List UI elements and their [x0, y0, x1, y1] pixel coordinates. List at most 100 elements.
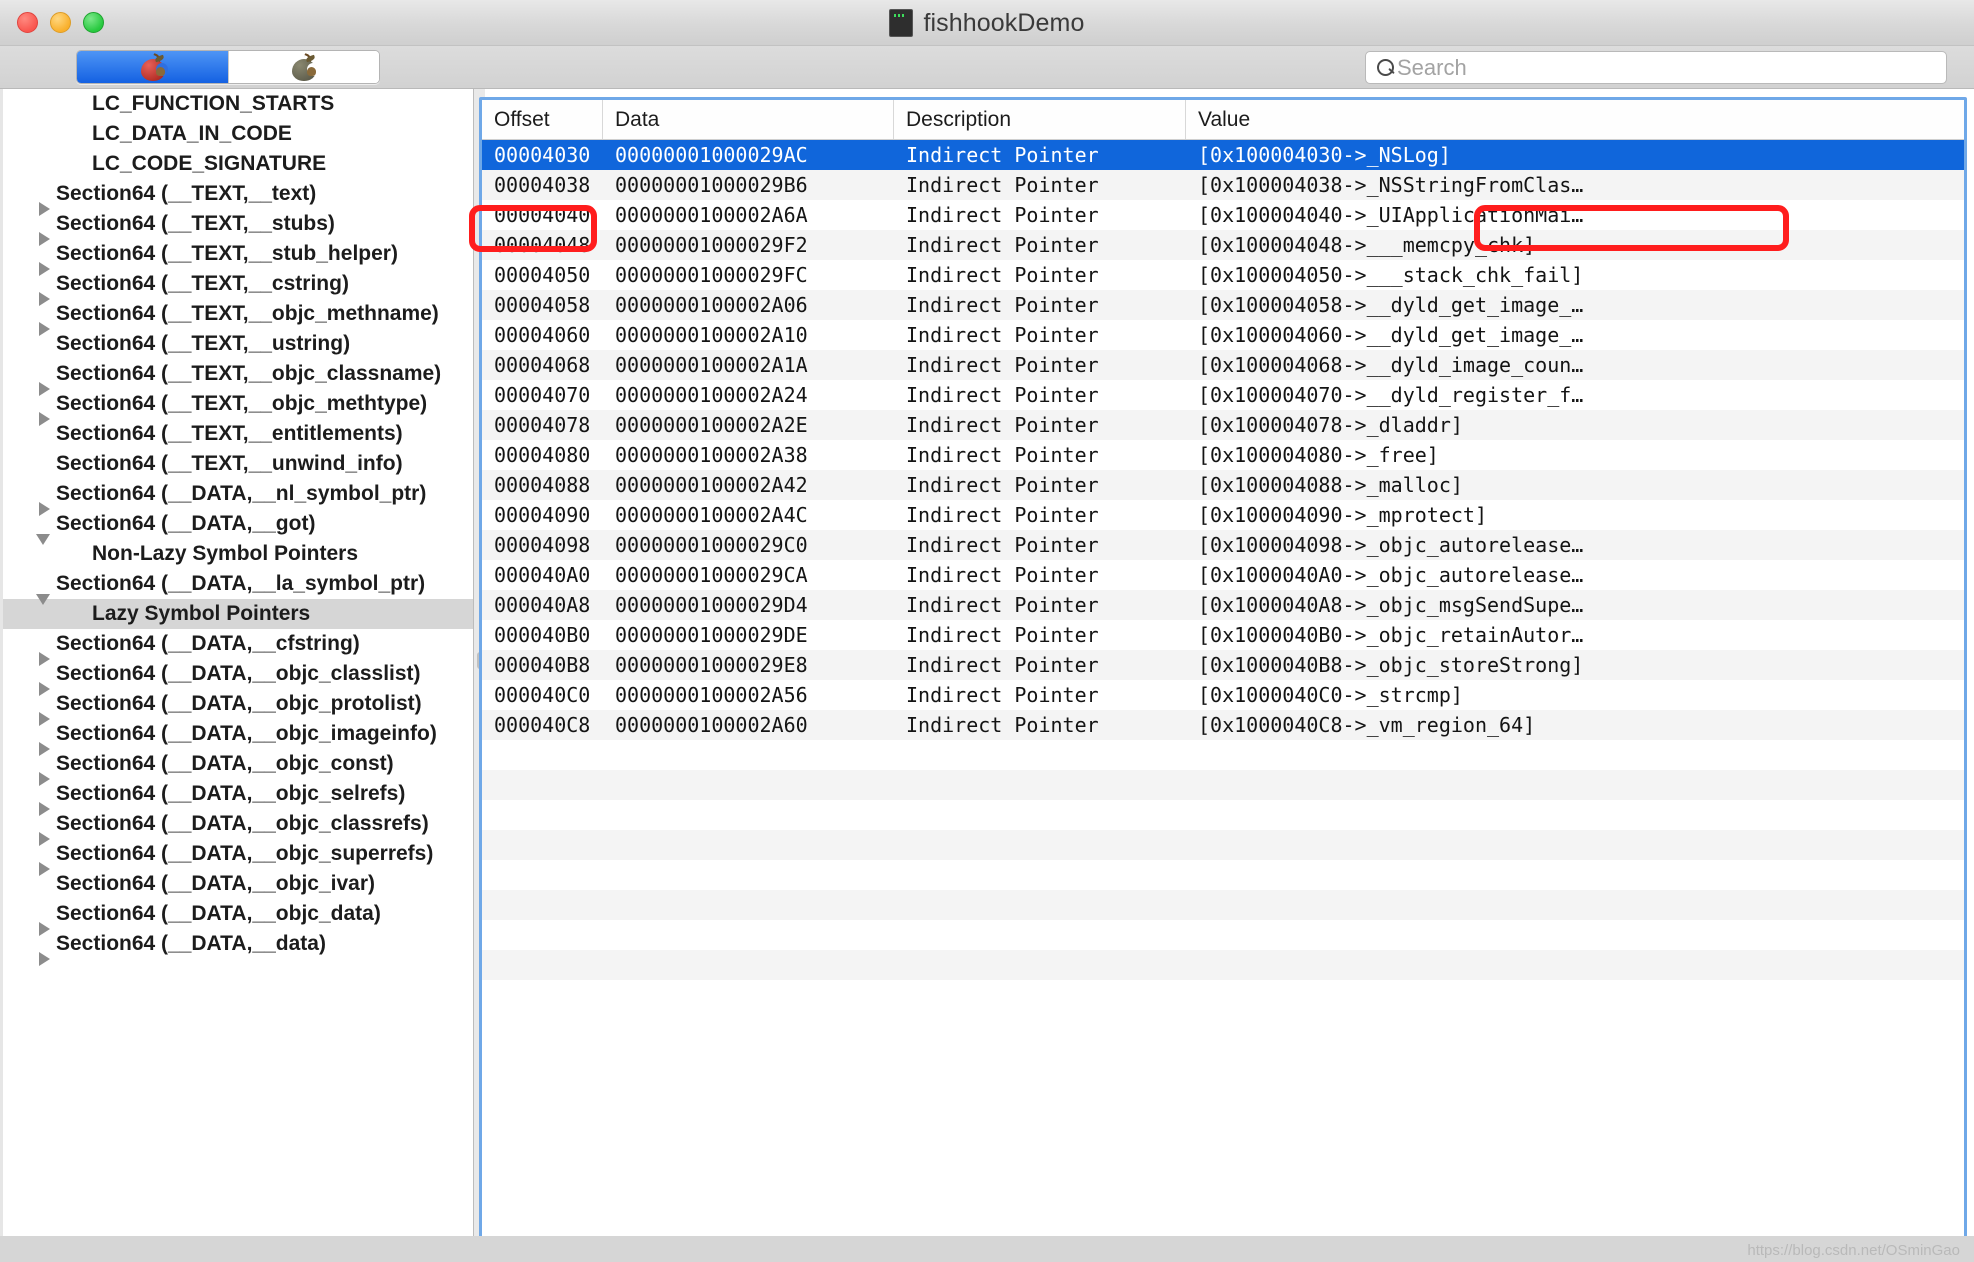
sidebar-item[interactable]: LC_CODE_SIGNATURE: [0, 149, 473, 179]
table-empty-row: [482, 890, 1964, 920]
value-cell: [0x100004080->_free]: [1198, 443, 1439, 467]
table-row[interactable]: 00004040 0000000100002A6A Indirect Pointer…: [482, 200, 1964, 230]
app-window: fishhookDemo Search LC_FUNCTION_STARTS L…: [0, 0, 1974, 1262]
sidebar-item[interactable]: Section64 (__TEXT,__text): [0, 179, 473, 216]
offset-cell: 00004098: [494, 533, 591, 557]
sidebar-item[interactable]: LC_DATA_IN_CODE: [0, 119, 473, 149]
table-row[interactable]: 00004048 00000001000029F2 Indirect Pointer…: [482, 230, 1964, 260]
sidebar-item[interactable]: Section64 (__DATA,__objc_data): [0, 899, 473, 936]
sidebar-item[interactable]: Section64 (__TEXT,__stubs): [0, 209, 473, 246]
red-apple-segment[interactable]: [77, 51, 228, 83]
titlebar: fishhookDemo: [0, 0, 1974, 46]
sidebar-tree[interactable]: LC_FUNCTION_STARTS LC_DATA_IN_CODE LC_CODE…: [0, 89, 474, 1262]
table-row[interactable]: 000040B0 00000001000029DE Indirect Pointer…: [482, 620, 1964, 650]
grey-apple-segment[interactable]: [228, 51, 379, 83]
sidebar-item[interactable]: Section64 (__DATA,__objc_ivar): [0, 869, 473, 899]
data-cell: 00000001000029AC: [615, 143, 808, 167]
sidebar-item[interactable]: Section64 (__DATA,__objc_selrefs): [0, 779, 473, 816]
table-body[interactable]: 00004030 00000001000029AC Indirect Pointer…: [482, 140, 1964, 1249]
column-header-offset[interactable]: Offset: [482, 100, 603, 139]
description-cell: Indirect Pointer: [906, 413, 1099, 437]
offset-cell: 00004048: [494, 233, 591, 257]
table-row[interactable]: 000040B8 00000001000029E8 Indirect Pointer…: [482, 650, 1964, 680]
sidebar-item[interactable]: Non-Lazy Symbol Pointers: [0, 539, 473, 569]
table-row[interactable]: 000040C0 0000000100002A56 Indirect Pointer…: [482, 680, 1964, 710]
sidebar-item[interactable]: Section64 (__DATA,__objc_imageinfo): [0, 719, 473, 756]
sidebar-item[interactable]: Section64 (__DATA,__objc_classlist): [0, 659, 473, 696]
sidebar-item[interactable]: Section64 (__DATA,__objc_classrefs): [0, 809, 473, 846]
sidebar-item[interactable]: Section64 (__TEXT,__objc_methtype): [0, 389, 473, 426]
table-row[interactable]: 000040C8 0000000100002A60 Indirect Pointer…: [482, 710, 1964, 740]
sidebar-item-label: Section64 (__DATA,__got): [56, 512, 316, 535]
table-row[interactable]: 00004050 00000001000029FC Indirect Pointer…: [482, 260, 1964, 290]
sidebar-item[interactable]: Section64 (__DATA,__la_symbol_ptr): [0, 569, 473, 605]
column-header-description[interactable]: Description: [894, 100, 1186, 139]
grey-apple-icon: [291, 52, 319, 81]
sidebar-item[interactable]: Section64 (__TEXT,__entitlements): [0, 419, 473, 449]
zoom-button[interactable]: [83, 12, 104, 33]
table-row[interactable]: 000040A8 00000001000029D4 Indirect Pointer…: [482, 590, 1964, 620]
table-row[interactable]: 000040A0 00000001000029CA Indirect Pointer…: [482, 560, 1964, 590]
sidebar-item-label: Section64 (__DATA,__objc_superrefs): [56, 842, 434, 865]
sidebar-item-label: Section64 (__TEXT,__objc_methname): [56, 302, 439, 325]
sidebar-item[interactable]: Section64 (__DATA,__nl_symbol_ptr): [0, 479, 473, 516]
data-cell: 00000001000029B6: [615, 173, 808, 197]
column-header-data[interactable]: Data: [603, 100, 894, 139]
sidebar-item[interactable]: Lazy Symbol Pointers: [0, 599, 473, 629]
value-cell: [0x100004070->__dyld_register_f…: [1198, 383, 1584, 407]
sidebar-item[interactable]: Section64 (__TEXT,__unwind_info): [0, 449, 473, 479]
sidebar-item[interactable]: Section64 (__DATA,__objc_const): [0, 749, 473, 786]
sidebar-item-label: Section64 (__TEXT,__cstring): [56, 272, 349, 295]
sidebar-item-label: Section64 (__DATA,__cfstring): [56, 632, 360, 655]
table-row[interactable]: 00004038 00000001000029B6 Indirect Pointer…: [482, 170, 1964, 200]
table-row[interactable]: 00004060 0000000100002A10 Indirect Pointer…: [482, 320, 1964, 350]
close-button[interactable]: [17, 12, 38, 33]
data-cell: 0000000100002A6A: [615, 203, 808, 227]
sidebar-item[interactable]: Section64 (__TEXT,__ustring): [0, 329, 473, 359]
description-cell: Indirect Pointer: [906, 593, 1099, 617]
description-cell: Indirect Pointer: [906, 323, 1099, 347]
data-cell: 0000000100002A24: [615, 383, 808, 407]
offset-cell: 00004060: [494, 323, 591, 347]
description-cell: Indirect Pointer: [906, 143, 1099, 167]
table-row[interactable]: 00004070 0000000100002A24 Indirect Pointer…: [482, 380, 1964, 410]
value-cell: [0x100004090->_mprotect]: [1198, 503, 1487, 527]
offset-cell: 00004038: [494, 173, 591, 197]
view-mode-segmented-control[interactable]: [76, 50, 380, 84]
window-bottom-strip: [0, 1236, 1974, 1262]
minimize-button[interactable]: [50, 12, 71, 33]
sidebar-item[interactable]: Section64 (__TEXT,__objc_classname): [0, 359, 473, 396]
description-cell: Indirect Pointer: [906, 713, 1099, 737]
table-row[interactable]: 00004080 0000000100002A38 Indirect Pointer…: [482, 440, 1964, 470]
data-cell: 0000000100002A38: [615, 443, 808, 467]
sidebar-item[interactable]: Section64 (__DATA,__objc_superrefs): [0, 839, 473, 876]
table-row[interactable]: 00004088 0000000100002A42 Indirect Pointer…: [482, 470, 1964, 500]
sidebar-item[interactable]: Section64 (__TEXT,__objc_methname): [0, 299, 473, 336]
sidebar-item[interactable]: Section64 (__DATA,__objc_protolist): [0, 689, 473, 726]
sidebar-item[interactable]: Section64 (__TEXT,__cstring): [0, 269, 473, 306]
table-row[interactable]: 00004030 00000001000029AC Indirect Pointer…: [482, 140, 1964, 170]
data-cell: 00000001000029DE: [615, 623, 808, 647]
sidebar-item[interactable]: Section64 (__DATA,__got): [0, 509, 473, 545]
offset-cell: 00004078: [494, 413, 591, 437]
offset-cell: 000040B0: [494, 623, 591, 647]
column-header-value[interactable]: Value: [1186, 100, 1964, 139]
offset-cell: 000040C0: [494, 683, 591, 707]
table-row[interactable]: 00004068 0000000100002A1A Indirect Pointer…: [482, 350, 1964, 380]
sidebar-item[interactable]: LC_FUNCTION_STARTS: [0, 89, 473, 119]
sidebar-item-label: Section64 (__DATA,__objc_classrefs): [56, 812, 429, 835]
sidebar-item[interactable]: Section64 (__DATA,__data): [0, 929, 473, 966]
search-placeholder: Search: [1397, 54, 1467, 80]
table-row[interactable]: 00004090 0000000100002A4C Indirect Pointer…: [482, 500, 1964, 530]
sidebar-item[interactable]: Section64 (__DATA,__cfstring): [0, 629, 473, 666]
table-row[interactable]: 00004098 00000001000029C0 Indirect Pointer…: [482, 530, 1964, 560]
value-cell: [0x1000040B0->_objc_retainAutor…: [1198, 623, 1584, 647]
search-field[interactable]: Search: [1365, 51, 1947, 84]
sidebar-item[interactable]: Section64 (__TEXT,__stub_helper): [0, 239, 473, 276]
description-cell: Indirect Pointer: [906, 503, 1099, 527]
data-cell: 0000000100002A2E: [615, 413, 808, 437]
table-row[interactable]: 00004058 0000000100002A06 Indirect Pointer…: [482, 290, 1964, 320]
sidebar-scrollbar[interactable]: [0, 89, 3, 1262]
table-row[interactable]: 00004078 0000000100002A2E Indirect Pointer…: [482, 410, 1964, 440]
description-cell: Indirect Pointer: [906, 233, 1099, 257]
